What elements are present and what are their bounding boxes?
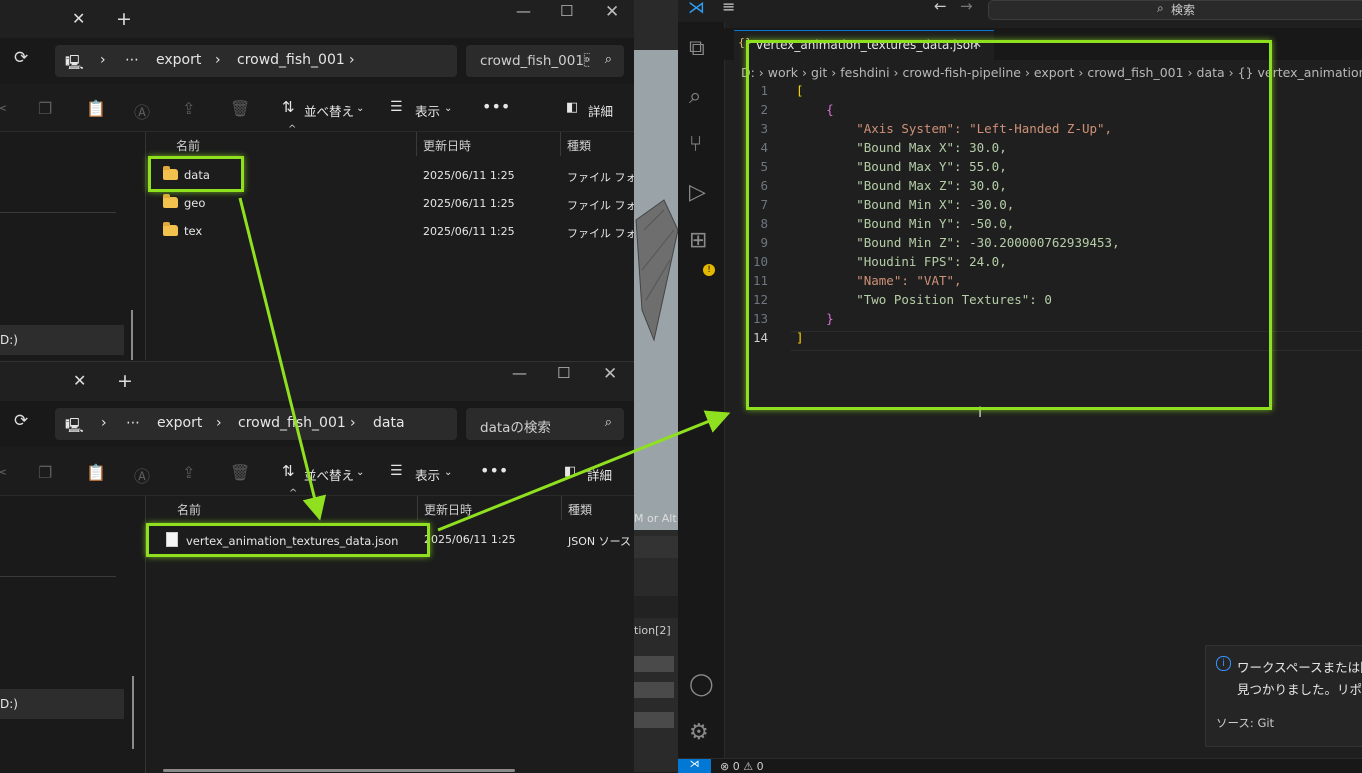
arrow-overlay <box>238 197 731 532</box>
arrow-to-json-file <box>238 197 327 521</box>
arrow-to-editor <box>437 410 731 532</box>
